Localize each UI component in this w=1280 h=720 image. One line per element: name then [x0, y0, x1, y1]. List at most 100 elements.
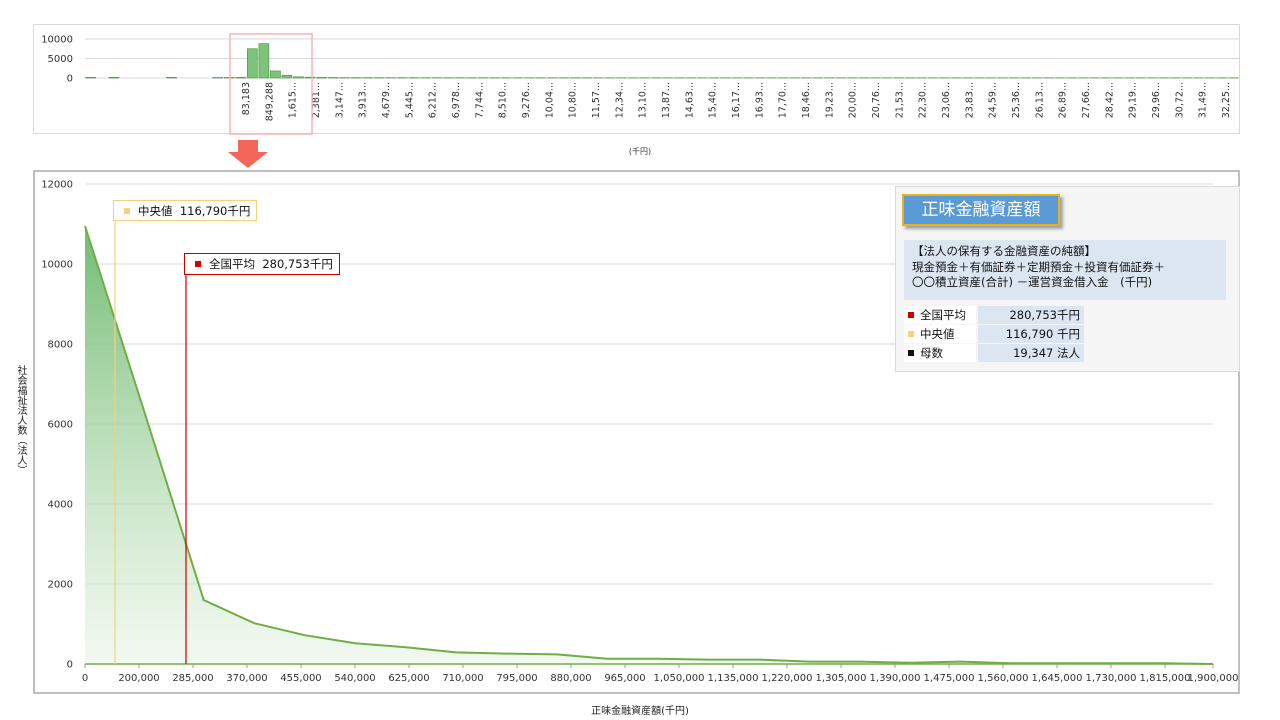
main-x-tick-label: 1,220,000	[762, 673, 813, 684]
main-y-tick-label: 0	[67, 660, 73, 671]
info-row-label-cell: 全国平均	[904, 306, 976, 324]
overview-x-tick-label: 3,913...	[358, 82, 369, 118]
main-y-tick-label: 4000	[48, 500, 73, 511]
info-row-label: 母数	[920, 346, 943, 360]
main-x-tick-label: 1,815,000	[1140, 673, 1191, 684]
info-row-count: 母数 19,347 法人	[904, 344, 1226, 363]
overview-histogram-svg: 100005000083,183 849,288 1,615... 2,381... 3…	[41, 33, 1239, 135]
overview-x-tick-label: 3,147...	[334, 82, 345, 118]
overview-x-tick-label: 28,42...	[1104, 82, 1115, 118]
overview-x-tick-label: 29,96...	[1151, 82, 1162, 118]
info-desc-line: 現金預金＋有価証券＋定期預金＋投資有価証券＋	[912, 259, 1165, 274]
overview-x-tick-label: 4,679...	[381, 82, 392, 118]
overview-x-tick-label: 849,288	[264, 82, 275, 121]
mean-callout-label: 全国平均	[209, 257, 255, 271]
overview-x-tick-label: 18,46...	[801, 82, 812, 118]
main-y-tick-label: 6000	[48, 420, 73, 431]
overview-x-tick-label: 20,76...	[871, 82, 882, 118]
info-row-median: 中央値 116,790 千円	[904, 325, 1226, 344]
median-callout-label: 中央値	[138, 204, 173, 218]
overview-bar	[247, 48, 258, 79]
main-x-tick-label: 1,900,000	[1188, 673, 1239, 684]
overview-x-tick-label: 27,66...	[1081, 82, 1092, 118]
overview-x-tick-label: 83,183	[241, 82, 252, 115]
overview-x-tick-label: 16,93...	[754, 82, 765, 118]
overview-x-tick-label: 13,87...	[661, 82, 672, 118]
overview-x-tick-label: 10,04...	[544, 82, 555, 118]
info-row-value: 116,790 千円	[978, 325, 1084, 343]
main-x-tick-label: 965,000	[604, 673, 645, 684]
overview-y-tick-label: 10000	[41, 35, 73, 46]
overview-x-tick-label: 23,83...	[964, 82, 975, 118]
info-row-label: 全国平均	[920, 308, 966, 322]
main-x-tick-label: 200,000	[118, 673, 159, 684]
info-description: 【法人の保有する金融資産の純額】 現金預金＋有価証券＋定期預金＋投資有価証券＋ …	[904, 240, 1226, 300]
main-x-tick-label: 370,000	[226, 673, 267, 684]
overview-bar	[281, 74, 293, 79]
overview-bar	[293, 76, 304, 79]
overview-x-tick-label: 8,510...	[498, 82, 509, 118]
main-x-tick-label: 1,645,000	[1032, 673, 1083, 684]
main-x-tick-label: 0	[82, 673, 88, 684]
info-row-mean: 全国平均 280,753千円	[904, 306, 1226, 325]
main-x-tick-label: 1,560,000	[978, 673, 1029, 684]
overview-y-tick-label: 5000	[48, 54, 73, 65]
main-x-tick-label: 795,000	[496, 673, 537, 684]
info-row-value: 19,347 法人	[978, 344, 1084, 362]
overview-bar	[166, 77, 177, 79]
y-axis-label: 社会福祉法人数（法人）	[15, 365, 26, 475]
overview-x-tick-label: 32,25...	[1221, 82, 1232, 118]
overview-x-tick-label: 23,06...	[941, 82, 952, 118]
overview-x-tick-label: 24,59...	[988, 82, 999, 118]
overview-x-tick-label: 31,49...	[1198, 82, 1209, 118]
main-x-tick-label: 880,000	[550, 673, 591, 684]
overview-y-tick-label: 0	[67, 74, 73, 85]
overview-x-tick-label: 10,80...	[568, 82, 579, 118]
median-marker-icon	[124, 208, 130, 214]
median-callout: 中央値 116,790千円	[113, 200, 258, 221]
info-title: 正味金融資産額	[902, 194, 1060, 226]
info-desc-line: 【法人の保有する金融資産の純額】	[912, 244, 1096, 258]
overview-histogram: 10000 5000 0 83,183 849,288 1,615... 2,381... 3…	[33, 24, 1240, 135]
overview-x-tick-label: 7,744...	[474, 82, 485, 118]
mean-marker-icon	[195, 261, 201, 267]
count-marker-icon	[908, 350, 914, 356]
info-row-label-cell: 母数	[904, 344, 976, 362]
overview-x-tick-label: 16,17...	[731, 82, 742, 118]
mean-callout-value: 280,753千円	[262, 257, 333, 271]
info-row-value: 280,753千円	[978, 306, 1084, 324]
overview-x-tick-label: 25,36...	[1011, 82, 1022, 118]
overview-x-tick-label: 26,89...	[1058, 82, 1069, 118]
overview-x-tick-label: 22,30...	[918, 82, 929, 118]
main-x-tick-label: 540,000	[334, 673, 375, 684]
overview-x-tick-label: 13,10...	[638, 82, 649, 118]
overview-x-tick-label: 17,70...	[778, 82, 789, 118]
main-y-tick-label: 10000	[41, 260, 73, 271]
overview-x-tick-label: 15,40...	[708, 82, 719, 118]
overview-x-tick-label: 30,72...	[1174, 82, 1185, 118]
overview-bar	[304, 76, 316, 79]
overview-x-tick-label: 21,53...	[894, 82, 905, 118]
overview-bar	[235, 77, 247, 79]
overview-x-tick-label: 11,57...	[591, 82, 602, 118]
main-y-tick-label: 8000	[48, 340, 73, 351]
median-marker-icon	[908, 331, 914, 337]
overview-bar	[270, 70, 281, 79]
overview-bar	[108, 77, 120, 79]
overview-bar	[85, 77, 97, 79]
main-x-tick-label: 1,475,000	[924, 673, 975, 684]
median-callout-value: 116,790千円	[179, 204, 251, 218]
zoom-down-arrow-icon	[228, 140, 268, 168]
main-x-tick-label: 1,050,000	[654, 673, 705, 684]
main-x-tick-label: 625,000	[388, 673, 429, 684]
main-x-tick-label: 710,000	[442, 673, 483, 684]
overview-x-tick-label: 1,615...	[288, 82, 299, 118]
overview-unit-label: (千円)	[628, 147, 652, 156]
overview-x-tick-label: 29,19...	[1128, 82, 1139, 118]
overview-x-tick-label: 26,13...	[1034, 82, 1045, 118]
main-x-tick-label: 1,390,000	[870, 673, 921, 684]
overview-x-tick-label: 5,445...	[404, 82, 415, 118]
overview-x-tick-label: 12,34...	[614, 82, 625, 118]
info-row-label: 中央値	[920, 327, 955, 341]
mean-marker-icon	[908, 312, 914, 318]
